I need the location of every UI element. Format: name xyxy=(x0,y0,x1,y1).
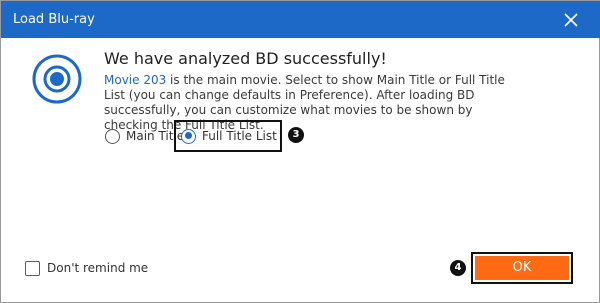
step-4-badge: 4 xyxy=(450,260,466,276)
close-icon xyxy=(564,13,578,27)
main-title-radio[interactable] xyxy=(105,128,120,144)
close-button[interactable] xyxy=(557,7,585,33)
title-bar: Load Blu-ray xyxy=(1,1,600,38)
step-3-badge: 3 xyxy=(288,127,304,143)
main-movie-link[interactable]: Movie 203 xyxy=(104,73,166,87)
success-headline: We have analyzed BD successfully! xyxy=(104,49,387,68)
window-title: Load Blu-ray xyxy=(13,12,95,27)
dont-remind-label: Don't remind me xyxy=(47,261,149,275)
main-title-option[interactable]: Main Title xyxy=(105,125,184,147)
dont-remind-option[interactable]: Don't remind me xyxy=(25,258,148,278)
ok-button[interactable]: OK xyxy=(475,256,569,280)
load-bluray-dialog: Load Blu-ray We have analyzed BD success… xyxy=(0,0,600,303)
disc-icon xyxy=(32,54,82,104)
full-title-list-label: Full Title List xyxy=(202,129,277,143)
dont-remind-checkbox[interactable] xyxy=(25,260,40,276)
full-title-list-radio[interactable] xyxy=(181,128,196,144)
full-title-list-option[interactable]: Full Title List xyxy=(181,125,277,147)
description-text: Movie 203 is the main movie. Select to s… xyxy=(104,73,514,133)
